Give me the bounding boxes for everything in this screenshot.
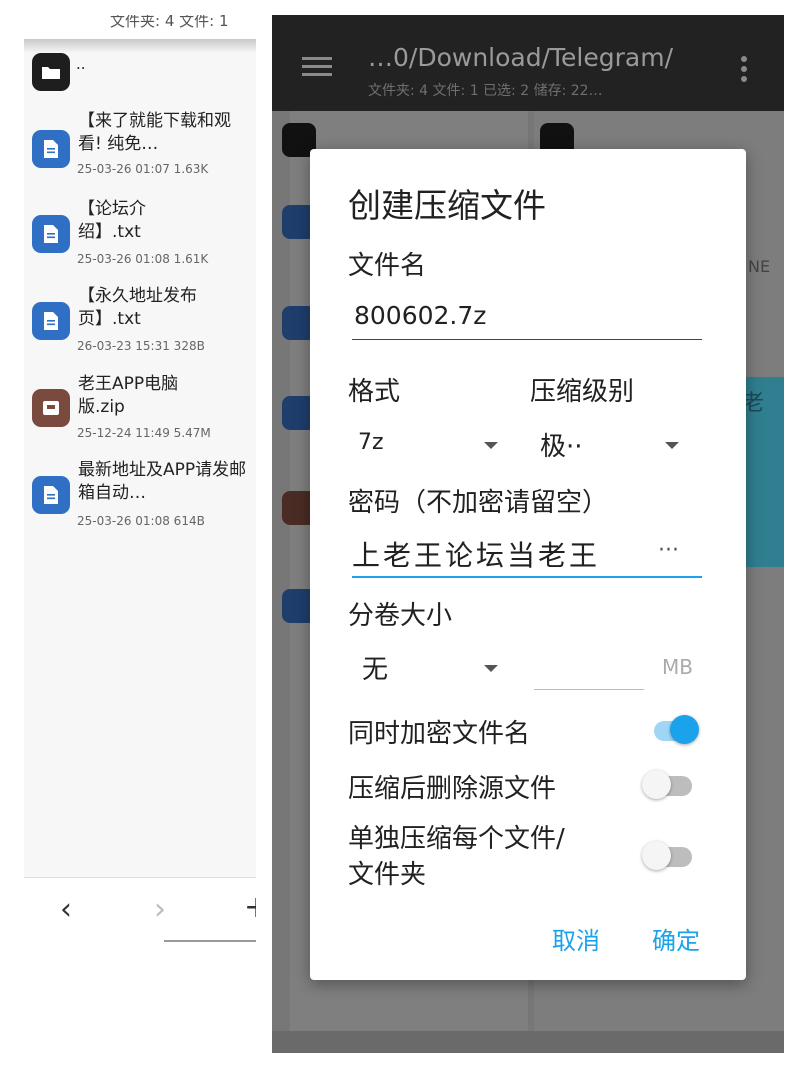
file-meta: 25-03-26 01:07 1.63K [77,162,209,176]
document-icon [32,476,70,514]
file-name: 【永久地址发布页】.txt [78,286,197,329]
current-path: …0/Download/Telegram/ [368,43,673,72]
archive-icon [32,389,70,427]
dropdown-arrow-icon [484,665,498,672]
file-meta: 25-03-26 01:08 614B [77,514,205,528]
toolbar-shadow [24,39,256,53]
toggle-label: 同时加密文件名 [348,719,531,749]
toggle-label: 单独压缩每个文件/ 文件夹 [348,824,565,890]
file-name: 最新地址及APP请发邮箱自动… [78,460,247,503]
filename-underline [352,339,702,340]
overflow-ellipsis: ··· [658,538,679,563]
file-meta: 25-03-26 01:08 1.61K [77,252,209,266]
forward-button[interactable]: › [154,892,166,927]
dialog-title: 创建压缩文件 [348,186,546,225]
compression-level-label: 压缩级别 [530,377,635,407]
ok-button[interactable]: 确定 [652,921,700,956]
compress-each-separately-toggle-row[interactable]: 单独压缩每个文件/ 文件夹 [348,821,708,893]
volume-size-input[interactable] [534,651,644,690]
dropdown-arrow-icon [484,442,498,449]
volume-size-label: 分卷大小 [348,601,453,631]
level-select[interactable]: 极·· [530,424,690,464]
left-status-text: 文件夹: 4 文件: 1 [110,15,229,30]
list-item[interactable]: 【论坛介绍】.txt 25-03-26 01:08 1.61K [24,198,256,270]
folder-stats: 文件夹: 4 文件: 1 已选: 2 储存: 22… [368,83,603,99]
toggle-thumb[interactable] [642,770,671,799]
cancel-button[interactable]: 取消 [552,921,600,956]
volume-size-select[interactable]: 无 [348,647,508,687]
file-name: 【来了就能下载和观看! 纯免… [78,111,231,154]
create-archive-dialog: 创建压缩文件 文件名 800602.7z 格式 压缩级别 7z 极·· 密码（不… [310,149,746,980]
format-select[interactable]: 7z [348,424,508,464]
filename-label: 文件名 [348,251,427,281]
delete-source-toggle-row[interactable]: 压缩后删除源文件 [348,764,708,804]
list-item[interactable]: 【永久地址发布页】.txt 26-03-23 15:31 328B [24,285,256,357]
bottom-navigation-bar: ‹ › + [24,877,256,943]
password-underline-focused [352,576,702,578]
hamburger-menu-icon[interactable] [302,55,332,83]
document-icon [32,302,70,340]
peek-text: NE [748,257,771,276]
more-options-icon[interactable] [740,55,748,87]
list-item[interactable]: 【来了就能下载和观看! 纯免… 25-03-26 01:07 1.63K [24,110,256,182]
folder-icon [32,53,70,91]
level-value: 极·· [540,432,583,462]
back-button[interactable]: ‹ [60,892,72,927]
dropdown-arrow-icon [665,442,679,449]
list-item[interactable]: 最新地址及APP请发邮箱自动… 25-03-26 01:08 614B [24,459,256,531]
scroll-indicator [164,940,256,942]
format-label: 格式 [348,377,401,407]
document-icon [32,130,70,168]
toggle-label: 压缩后删除源文件 [348,774,557,804]
password-value: 上老王论坛当老王 [352,539,601,572]
encrypt-filenames-toggle-row[interactable]: 同时加密文件名 [348,709,708,749]
left-file-panel: 文件夹: 4 文件: 1 .. 【来了就能下载和观看! 纯免… 25-03-26… [24,15,256,943]
file-name: 老王APP电脑版.zip [78,374,179,417]
password-label: 密码（不加密请留空） [348,488,609,518]
list-item[interactable]: 老王APP电脑版.zip 25-12-24 11:49 5.47M [24,373,256,445]
add-button[interactable]: + [244,890,256,925]
format-value: 7z [358,430,384,455]
left-status-bar: 文件夹: 4 文件: 1 [24,15,256,39]
app-bar: …0/Download/Telegram/ 文件夹: 4 文件: 1 已选: 2… [272,15,784,111]
bottom-bar [272,1031,784,1053]
document-icon [32,215,70,253]
toggle-thumb[interactable] [642,841,671,870]
parent-dir-row[interactable]: .. [24,53,256,105]
parent-dir-label: .. [76,55,86,73]
filename-input[interactable]: 800602.7z [354,301,486,330]
volume-unit-label: MB [662,655,693,679]
file-meta: 25-12-24 11:49 5.47M [77,426,211,440]
file-name: 【论坛介绍】.txt [78,199,146,242]
volume-size-value: 无 [362,655,389,685]
password-input[interactable]: 上老王论坛当老王 ··· [352,534,702,578]
file-meta: 26-03-23 15:31 328B [77,339,205,353]
toggle-thumb[interactable] [670,715,699,744]
